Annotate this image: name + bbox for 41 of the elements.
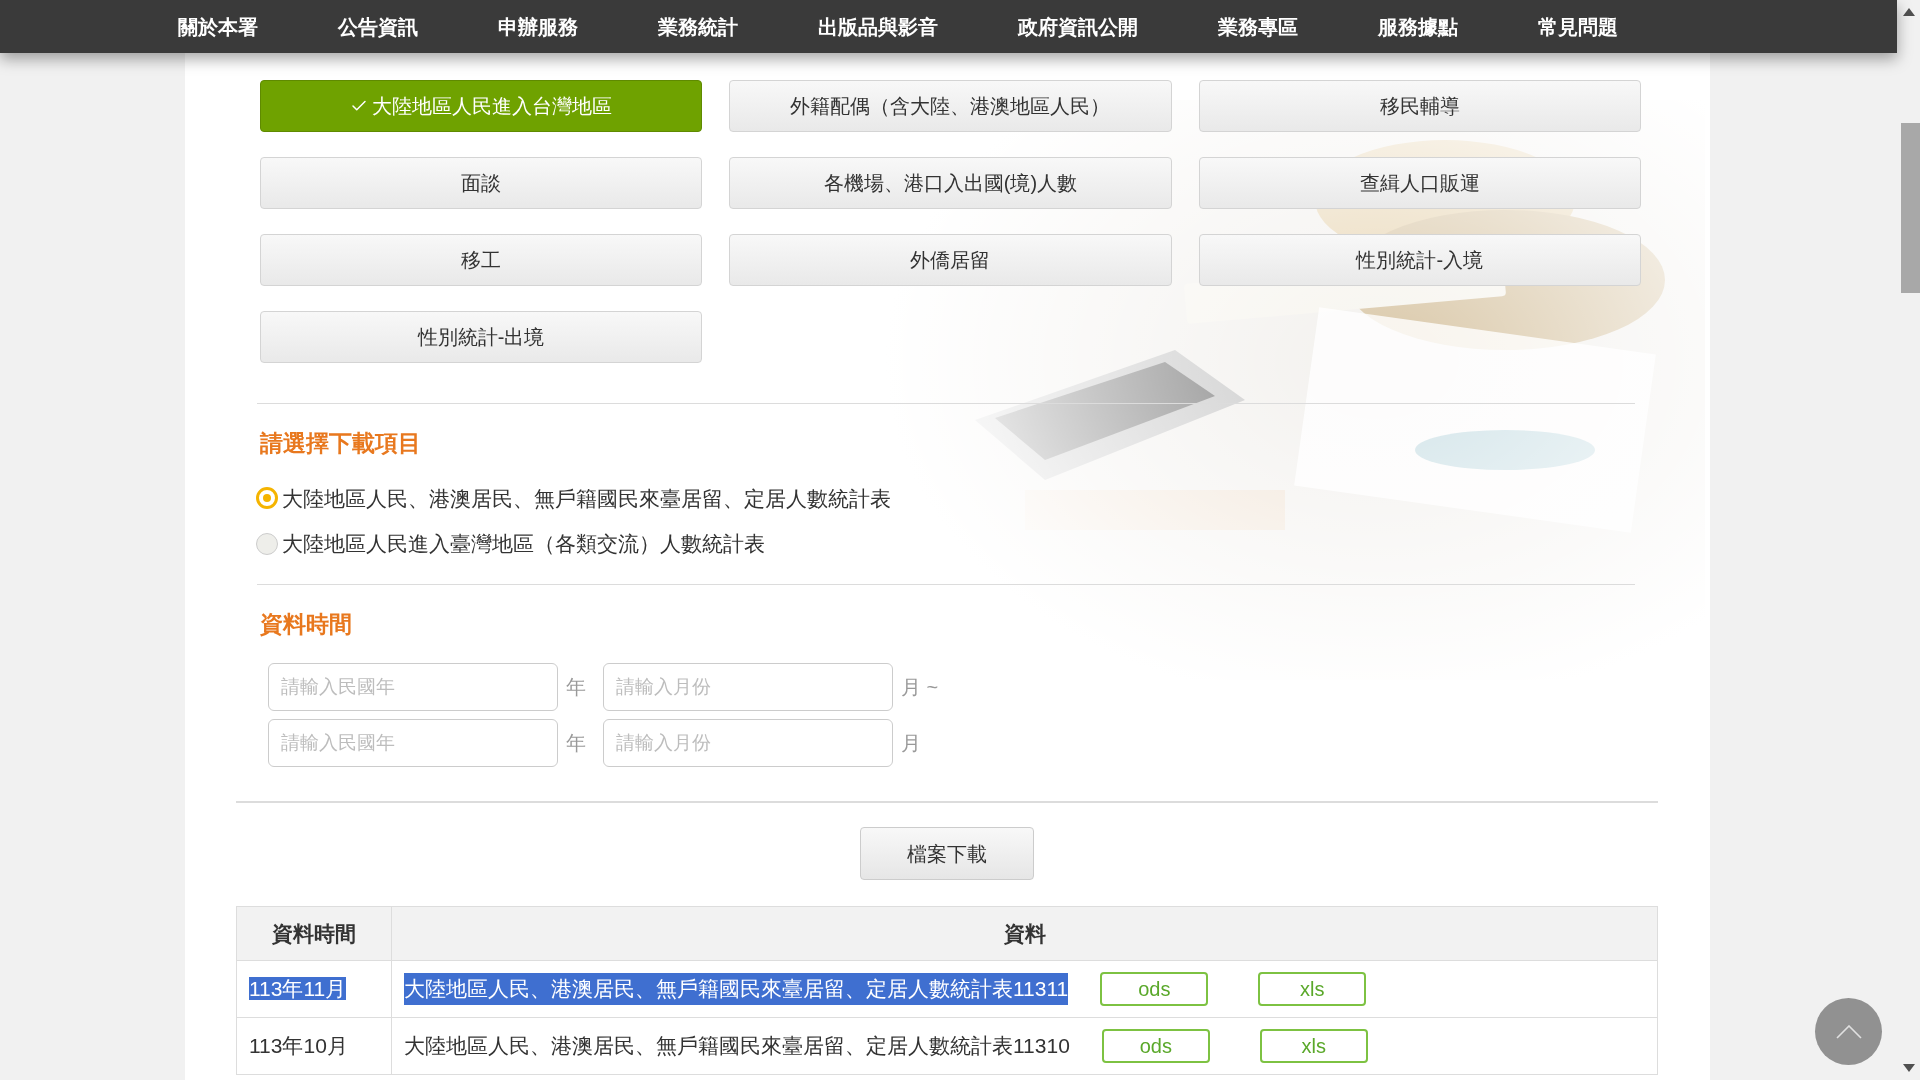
section-heading: 資料時間 <box>260 609 352 639</box>
scrollbar-thumb[interactable] <box>1901 123 1920 293</box>
chevron-up-icon <box>1835 1024 1862 1039</box>
nav-link[interactable]: 業務統計 <box>658 11 738 42</box>
nav-link[interactable]: 政府資訊公開 <box>1018 11 1138 42</box>
nav-link[interactable]: 業務專區 <box>1218 11 1298 42</box>
nav-link[interactable]: 申辦服務 <box>498 11 578 42</box>
category-button[interactable]: 性別統計-出境 <box>260 311 703 363</box>
file-title: 大陸地區人民、港澳居民、無戶籍國民來臺居留、定居人數統計表11310 <box>404 1033 1070 1060</box>
time-text: 113年10月 <box>249 1034 348 1058</box>
category-button[interactable]: 性別統計-入境 <box>1198 234 1641 286</box>
category-button[interactable]: 移工 <box>260 234 703 286</box>
nav-link[interactable]: 公告資訊 <box>338 11 418 42</box>
nav-link[interactable]: 關於本署 <box>178 11 258 42</box>
category-button[interactable]: 面談 <box>260 157 703 209</box>
nav-link[interactable]: 服務據點 <box>1378 11 1458 42</box>
column-header: 資料時間 <box>236 906 392 961</box>
unit-label: 年 <box>566 731 586 756</box>
category-button[interactable]: 各機場、港口入出國(境)人數 <box>729 157 1172 209</box>
file-title: 大陸地區人民、港澳居民、無戶籍國民來臺居留、定居人數統計表11311 <box>404 973 1069 1005</box>
category-button[interactable]: 移民輔導 <box>1198 80 1641 132</box>
nav-link[interactable]: 常見問題 <box>1538 11 1618 42</box>
category-button[interactable]: 外僑居留 <box>729 234 1172 286</box>
unit-label: 月 ~ <box>901 675 939 700</box>
nav-link[interactable]: 出版品與影音 <box>818 11 938 42</box>
section-heading: 請選擇下載項目 <box>260 429 421 458</box>
category-button[interactable]: 外籍配偶（含大陸、港澳地區人民） <box>729 80 1172 132</box>
time-text: 113年11月 <box>249 977 347 1001</box>
unit-label: 月 <box>901 731 921 756</box>
month-field[interactable]: 請輸入月份 <box>603 663 893 711</box>
column-header: 資料 <box>391 906 1658 961</box>
year-field[interactable]: 請輸入民國年 <box>268 663 558 711</box>
scroll-down-icon <box>1903 1064 1915 1072</box>
scroll-up-icon <box>1903 8 1915 16</box>
radio-option[interactable]: 大陸地區人民進入臺灣地區（各類交流）人數統計表 <box>256 528 765 560</box>
radio-option[interactable]: 大陸地區人民、港澳居民、無戶籍國民來臺居留、定居人數統計表 <box>256 482 891 514</box>
month-field[interactable]: 請輸入月份 <box>603 719 893 767</box>
unit-label: 年 <box>566 675 586 700</box>
year-field[interactable]: 請輸入民國年 <box>268 719 558 767</box>
download-button[interactable]: 檔案下載 <box>860 827 1034 880</box>
category-button[interactable]: 查緝人口販運 <box>1198 157 1641 209</box>
